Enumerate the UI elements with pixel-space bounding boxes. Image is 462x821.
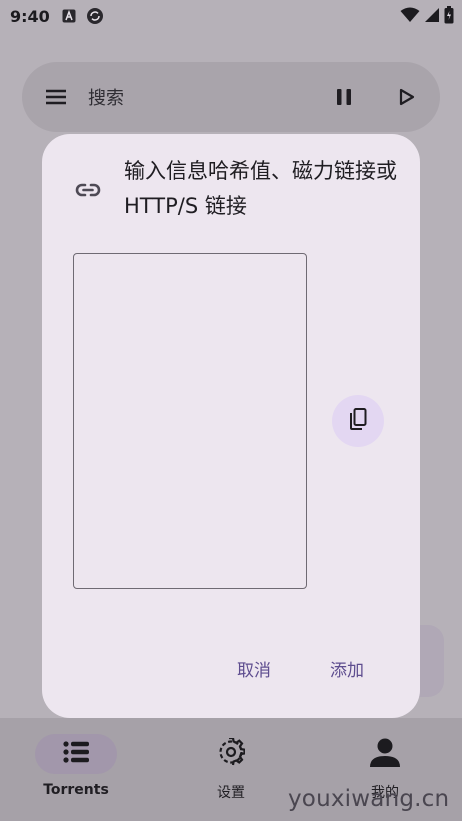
watermark-text: youxiwang.cn — [288, 786, 450, 812]
cancel-button[interactable]: 取消 — [237, 656, 271, 681]
person-icon — [369, 736, 401, 772]
wifi-icon — [400, 7, 420, 27]
nav-pill — [344, 734, 426, 774]
status-bar: 9:40 — [0, 0, 462, 32]
copy-icon — [347, 407, 369, 435]
signal-icon — [424, 7, 440, 27]
dialog-title: 输入信息哈希值、磁力链接或 HTTP/S 链接 — [124, 159, 397, 218]
status-time: 9:40 — [10, 6, 50, 26]
nav-label-settings: 设置 — [217, 785, 245, 801]
search-bar[interactable]: 搜索 — [22, 62, 440, 132]
list-icon — [63, 741, 89, 767]
pause-all-icon[interactable] — [332, 85, 356, 109]
battery-icon — [444, 6, 454, 28]
search-input[interactable]: 搜索 — [88, 84, 294, 110]
font-a-icon — [62, 9, 76, 23]
status-icons — [400, 6, 454, 28]
nav-pill — [35, 734, 117, 774]
gear-icon — [217, 736, 246, 770]
link-icon — [74, 176, 102, 204]
nav-item-torrents[interactable]: Torrents — [6, 734, 146, 798]
nav-pill — [190, 734, 272, 774]
nav-label-torrents: Torrents — [43, 782, 109, 798]
paste-button[interactable] — [332, 395, 384, 447]
nav-item-settings[interactable]: 设置 — [161, 734, 301, 802]
menu-icon[interactable] — [44, 85, 68, 109]
add-link-dialog: 输入信息哈希值、磁力链接或 HTTP/S 链接 取消 添加 — [42, 134, 420, 718]
add-button[interactable]: 添加 — [330, 656, 364, 681]
resume-all-icon[interactable] — [394, 85, 418, 109]
link-input[interactable] — [73, 253, 307, 589]
sync-icon — [86, 7, 104, 25]
